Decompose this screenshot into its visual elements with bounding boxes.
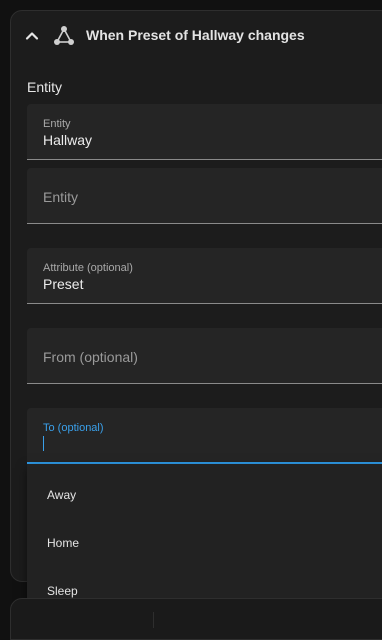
option-label: Home [47,536,80,550]
add-entity-field[interactable]: Entity [27,168,382,224]
option-label: Sleep [47,584,78,598]
chevron-up-icon[interactable] [24,28,40,44]
attribute-field-value: Preset [43,276,84,292]
trigger-title: When Preset of Hallway changes [86,27,305,43]
trigger-header[interactable]: When Preset of Hallway changes [10,10,382,62]
add-entity-placeholder: Entity [43,189,79,205]
entity-field-value: Hallway [43,132,93,148]
from-field[interactable]: From (optional) [27,328,382,384]
text-cursor [43,436,44,451]
divider [153,612,154,628]
option-away[interactable]: Away [27,472,382,520]
option-home[interactable]: Home [27,520,382,568]
section-label: Entity [27,79,63,95]
attribute-field-label: Attribute (optional) [43,262,133,274]
entity-field[interactable]: Entity Hallway [27,104,382,160]
state-trigger-icon [54,26,74,45]
from-field-placeholder: From (optional) [43,349,138,365]
to-field[interactable]: To (optional) [27,408,382,464]
option-label: Away [47,488,77,502]
to-field-label: To (optional) [43,422,104,434]
attribute-field[interactable]: Attribute (optional) Preset [27,248,382,304]
next-card [10,598,382,640]
entity-field-label: Entity [43,118,71,130]
